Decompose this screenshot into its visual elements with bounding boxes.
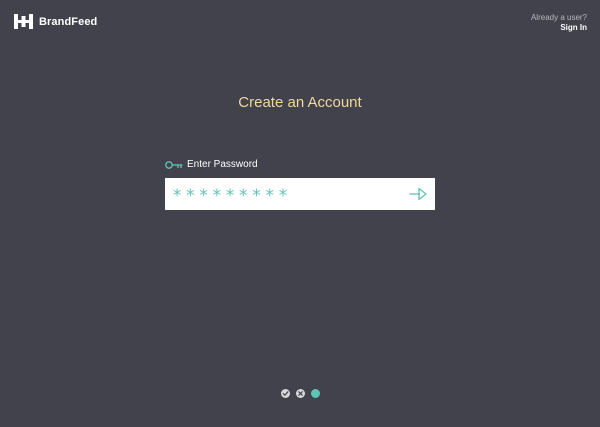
signin-block: Already a user? Sign In [531,13,587,33]
page-title: Create an Account [238,94,362,111]
password-label-text: Enter Password [187,159,258,170]
key-icon [165,160,183,169]
brand-name: BrandFeed [39,15,98,28]
already-user-text: Already a user? [530,13,587,22]
sign-in-link[interactable]: Sign In [531,23,587,33]
brand[interactable]: BrandFeed [14,14,97,29]
signup-page: BrandFeed Already a user? Sign In Create… [0,0,600,427]
password-input[interactable] [172,178,402,210]
brandfeed-logo-icon [14,14,33,29]
step-dot-skipped [295,389,305,398]
checkmark-icon [282,391,288,396]
step-indicator [0,389,600,398]
password-label: Enter Password [165,159,258,170]
password-field [165,178,435,210]
step-dot-current [310,389,320,398]
step-dot-done [280,389,290,398]
arrow-right-icon[interactable] [409,187,427,201]
x-icon [297,391,303,396]
